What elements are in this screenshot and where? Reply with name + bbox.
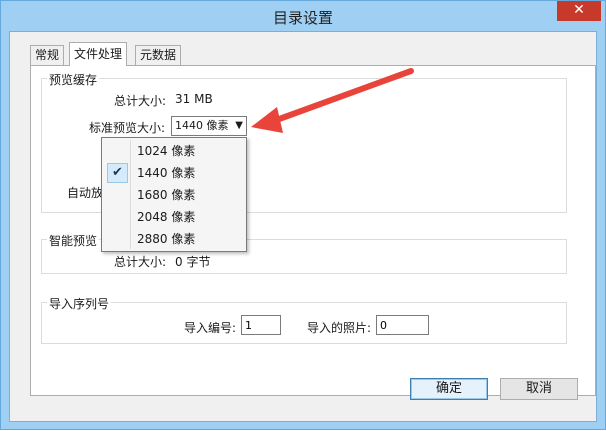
annotation-arrow-shaft: [268, 68, 414, 125]
annotation-arrow: [251, 68, 414, 133]
annotation-arrow-head: [251, 107, 283, 133]
dialog-window: 目录设置 ✕ 常规 文件处理 元数据 预览缓存 总计大小: 31 MB 标准预览…: [0, 0, 606, 430]
